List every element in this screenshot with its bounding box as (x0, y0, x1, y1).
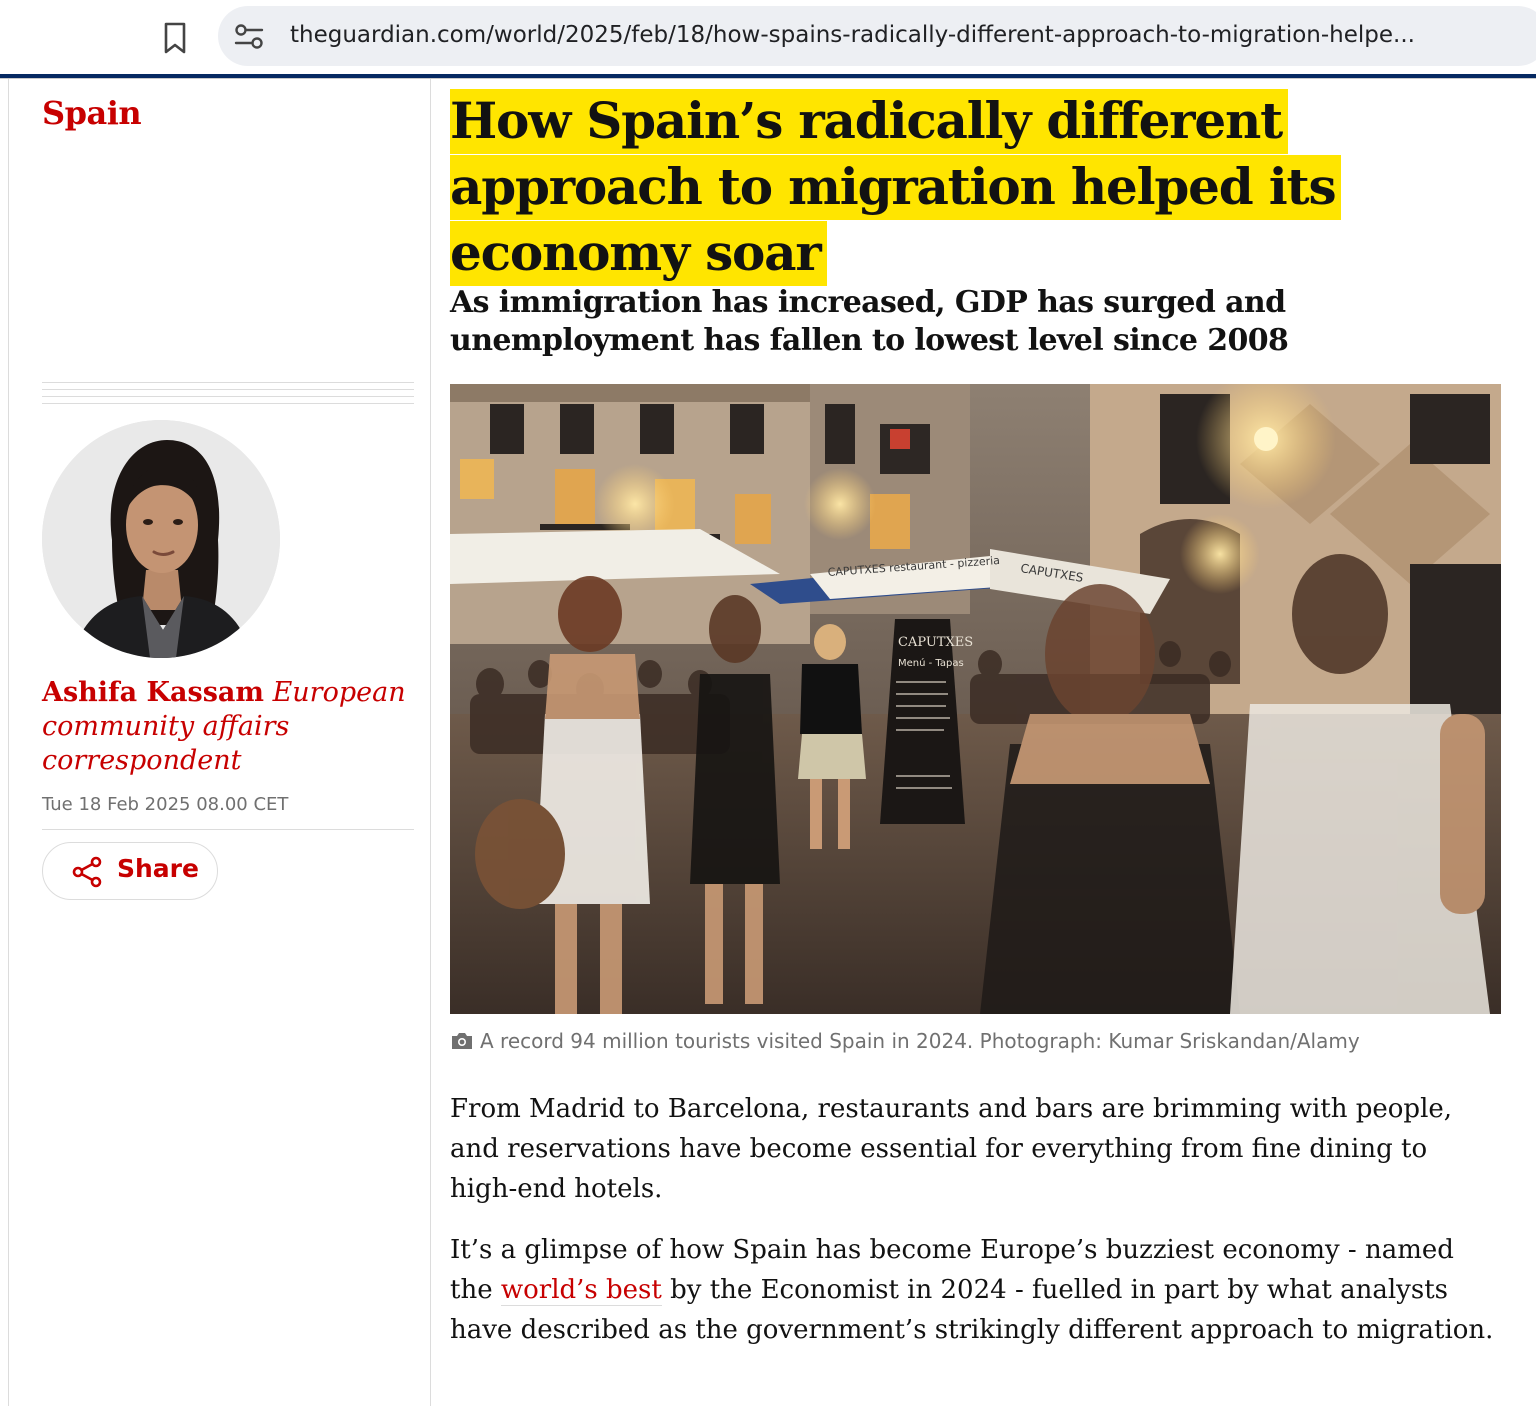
site-settings-icon[interactable] (232, 22, 266, 52)
browser-toolbar: theguardian.com/world/2025/feb/18/how-sp… (0, 0, 1536, 74)
image-caption: A record 94 million tourists visited Spa… (450, 1027, 1510, 1055)
column-divider-left (8, 79, 9, 1406)
section-rules (42, 382, 414, 410)
article-standfirst: As immigration has increased, GDP has su… (450, 285, 1289, 358)
share-icon (72, 856, 102, 888)
share-label: Share (117, 854, 199, 883)
caption-text: A record 94 million tourists visited Spa… (480, 1029, 1360, 1053)
worlds-best-link[interactable]: world’s best (500, 1275, 662, 1306)
author-avatar (42, 420, 280, 658)
article-paragraph-1: From Madrid to Barcelona, restaurants an… (450, 1094, 1453, 1204)
article-headline: How Spain’s radically different approach… (450, 88, 1520, 286)
board-subtitle: Menú - Tapas (898, 657, 964, 669)
url-text[interactable]: theguardian.com/world/2025/feb/18/how-sp… (290, 18, 1526, 52)
date-divider (42, 829, 414, 830)
headline-text: How Spain’s radically different approach… (450, 89, 1342, 286)
column-divider-main (430, 79, 431, 1406)
street-scene-photo: CAPUTXES restaurant - pizzeria CAPUTXES … (450, 384, 1501, 1014)
board-title: CAPUTXES (898, 635, 973, 650)
bookmark-icon[interactable] (160, 20, 190, 56)
byline: Ashifa Kassam European community affairs… (42, 676, 422, 778)
masthead-rule-thin (0, 78, 1536, 79)
section-link[interactable]: Spain (42, 94, 142, 132)
author-name-link[interactable]: Ashifa Kassam (42, 677, 264, 708)
camera-icon (452, 1033, 472, 1049)
author-portrait-image (42, 420, 280, 658)
article-paragraph-2: It’s a glimpse of how Spain has become E… (450, 1230, 1500, 1350)
article-main-image[interactable]: CAPUTXES restaurant - pizzeria CAPUTXES … (450, 384, 1501, 1014)
share-button[interactable]: Share (42, 842, 218, 900)
publish-date: Tue 18 Feb 2025 08.00 CET (42, 794, 289, 815)
